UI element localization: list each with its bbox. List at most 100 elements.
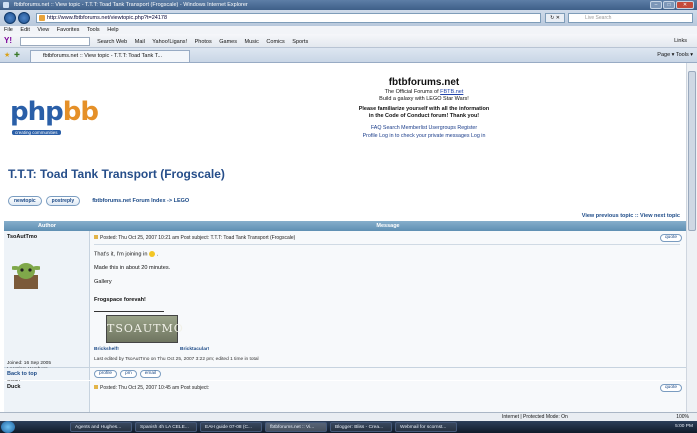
pm-button[interactable]: pm <box>120 370 137 378</box>
taskbar-clock[interactable]: 5:00 PM <box>675 421 693 433</box>
page-icon <box>39 15 45 21</box>
post-row-2: Duck Posted: Thu Oct 25, 2007 10:45 am P… <box>4 381 686 412</box>
yahoo-search-button[interactable]: Search Web <box>97 39 127 45</box>
address-input[interactable]: http://www.fbtbforums.net/viewtopic.php?… <box>36 13 541 23</box>
yahoo-mail[interactable]: Mail <box>135 39 145 45</box>
edit-note: Last edited by TsoAutTmo on Thu Oct 25, … <box>94 357 259 362</box>
maximize-button[interactable]: □ <box>663 1 675 9</box>
refresh-button[interactable]: ↻ ✕ <box>545 13 565 23</box>
status-bar: Internet | Protected Mode: On 100% <box>0 412 697 421</box>
post-info-2: Posted: Thu Oct 25, 2007 10:45 am Post s… <box>94 385 209 391</box>
breadcrumb[interactable]: fbtbforums.net Forum Index -> LEGO <box>92 198 189 204</box>
logo-text: php <box>10 97 64 127</box>
yahoo-sports[interactable]: Sports <box>292 39 308 45</box>
menu-bar: File Edit View Favorites Tools Help <box>0 26 697 34</box>
taskbar-item[interactable]: Agents and Hughes... <box>70 422 132 432</box>
topic-navigation[interactable]: View previous topic :: View next topic <box>582 213 680 219</box>
tab-label: fbtbforums.net :: View topic - T.T.T: To… <box>43 53 163 59</box>
page-content: phpbb creating communities fbtbforums.ne… <box>4 63 686 412</box>
window-title: fbtbforums.net :: View topic - T.T.T: To… <box>14 2 248 8</box>
yahoo-photos[interactable]: Photos <box>195 39 212 45</box>
phpbb-logo[interactable]: phpbb creating communities <box>10 97 120 141</box>
yahoo-ligans[interactable]: Yahoo!Ligans! <box>152 39 187 45</box>
post-profile-buttons: profile pm email <box>90 368 686 380</box>
site-links-row-1[interactable]: FAQ Search Memberlist Usergroups Registe… <box>264 124 584 132</box>
post-line-2: Made this in about 20 minutes. <box>94 265 171 271</box>
vertical-scrollbar[interactable] <box>686 63 697 412</box>
yahoo-logo-icon[interactable]: Y! <box>4 36 12 45</box>
window-controls: – □ ✕ <box>650 1 694 9</box>
brickshelf-link[interactable]: Brickshelf! <box>94 347 119 352</box>
profile-button[interactable]: profile <box>94 370 118 378</box>
post-author[interactable]: TsoAutTmo <box>7 234 37 240</box>
signature-text: Frogspace forevah! <box>94 297 146 303</box>
minimize-button[interactable]: – <box>650 1 662 9</box>
conduct-notice: Please familiarize yourself with all the… <box>264 106 584 120</box>
notice-line-2: in the Code of Conduct forum! Thank you! <box>368 113 480 119</box>
back-button[interactable] <box>4 12 16 24</box>
yahoo-comics[interactable]: Comics <box>266 39 284 45</box>
new-topic-button[interactable]: newtopic <box>8 196 42 206</box>
close-button[interactable]: ✕ <box>676 1 694 9</box>
back-to-top-link[interactable]: Back to top <box>4 368 90 380</box>
tab-active[interactable]: fbtbforums.net :: View topic - T.T.T: To… <box>30 50 190 62</box>
yahoo-games[interactable]: Games <box>219 39 237 45</box>
topic-title[interactable]: T.T.T: Toad Tank Transport (Frogscale) <box>8 167 225 181</box>
author-joined: Joined: 16 Sep 2005 <box>7 361 52 366</box>
taskbar-item[interactable]: Spanish 4h LA CELE... <box>135 422 197 432</box>
page-tools-menu[interactable]: Page ▾ Tools ▾ <box>657 50 693 61</box>
bricktacular-link[interactable]: Bricktacular! <box>180 347 209 352</box>
menu-edit[interactable]: Edit <box>20 27 29 33</box>
yahoo-music[interactable]: Music <box>245 39 259 45</box>
site-links: FAQ Search Memberlist Usergroups Registe… <box>264 124 584 140</box>
add-favorites-icon[interactable]: ✚ <box>14 51 20 59</box>
message-column-header: Message <box>376 223 400 229</box>
post-reply-button[interactable]: postreply <box>45 196 81 206</box>
signature-image[interactable]: TSOAUTMO <box>106 315 183 343</box>
post-actions-row: Back to top profile pm email <box>4 368 686 380</box>
avatar <box>12 263 40 289</box>
taskbar-item-active[interactable]: fbtbforums.net :: Vi... <box>265 422 327 432</box>
post-author-2[interactable]: Duck <box>7 384 20 390</box>
quote-button[interactable]: quote <box>659 234 682 242</box>
address-toolbar: http://www.fbtbforums.net/viewtopic.php?… <box>0 10 697 26</box>
page-tools-label: Page ▾ Tools ▾ <box>657 52 693 58</box>
site-name: fbtbforums.net <box>388 77 460 88</box>
taskbar-item[interactable]: EAH guide 07-08 (C... <box>200 422 262 432</box>
menu-view[interactable]: View <box>37 27 49 33</box>
author-column-header: Author <box>37 223 57 229</box>
favorites-star-icon[interactable]: ★ <box>4 51 10 59</box>
post-row: TsoAutTmo Joined: 16 Sep 2005 Location: … <box>4 231 686 383</box>
taskbar-item[interactable]: Webmail for scornst... <box>395 422 457 432</box>
gallery-link[interactable]: Gallery <box>94 279 112 285</box>
live-search-input[interactable]: Live Search <box>568 13 693 23</box>
links-button[interactable]: Links <box>674 34 687 48</box>
quote-button-2[interactable]: quote <box>659 384 682 392</box>
ie-icon <box>3 2 9 8</box>
start-button[interactable] <box>1 421 15 433</box>
fbtb-link[interactable]: FBTB.net <box>440 89 463 95</box>
forward-button[interactable] <box>18 12 30 24</box>
address-url: http://www.fbtbforums.net/viewtopic.php?… <box>47 15 168 21</box>
post-author-cell-2: Duck <box>4 381 90 412</box>
taskbar-item[interactable]: Blogger: Bliss - Crea... <box>330 422 392 432</box>
notice-line-1: Please familiarize yourself with all the… <box>358 106 490 112</box>
menu-help[interactable]: Help <box>107 27 118 33</box>
yahoo-search-input[interactable] <box>19 37 90 47</box>
posts-table-header: Author Message <box>4 221 686 231</box>
post-author-cell: TsoAutTmo Joined: 16 Sep 2005 Location: … <box>4 231 90 383</box>
subtitle-prefix: The Official Forums of <box>384 89 441 95</box>
post-message-cell: Posted: Thu Oct 25, 2007 10:21 am Post s… <box>90 231 686 367</box>
site-subtitle-2: Build a galaxy with LEGO Star Wars! <box>379 96 469 102</box>
site-links-row-2[interactable]: Profile Log in to check your private mes… <box>264 132 584 140</box>
email-button[interactable]: email <box>139 370 162 378</box>
menu-tools[interactable]: Tools <box>87 27 100 33</box>
logo-accent: bb <box>62 97 99 127</box>
tab-bar: ★ ✚ fbtbforums.net :: View topic - T.T.T… <box>0 48 697 63</box>
post-date-2: Posted: Thu Oct 25, 2007 10:45 am Post s… <box>100 385 210 391</box>
post-separator <box>94 244 680 245</box>
menu-favorites[interactable]: Favorites <box>57 27 80 33</box>
scrollbar-thumb[interactable] <box>688 71 696 231</box>
site-subtitle: The Official Forums of FBTB.net <box>264 89 584 95</box>
menu-file[interactable]: File <box>4 27 13 33</box>
